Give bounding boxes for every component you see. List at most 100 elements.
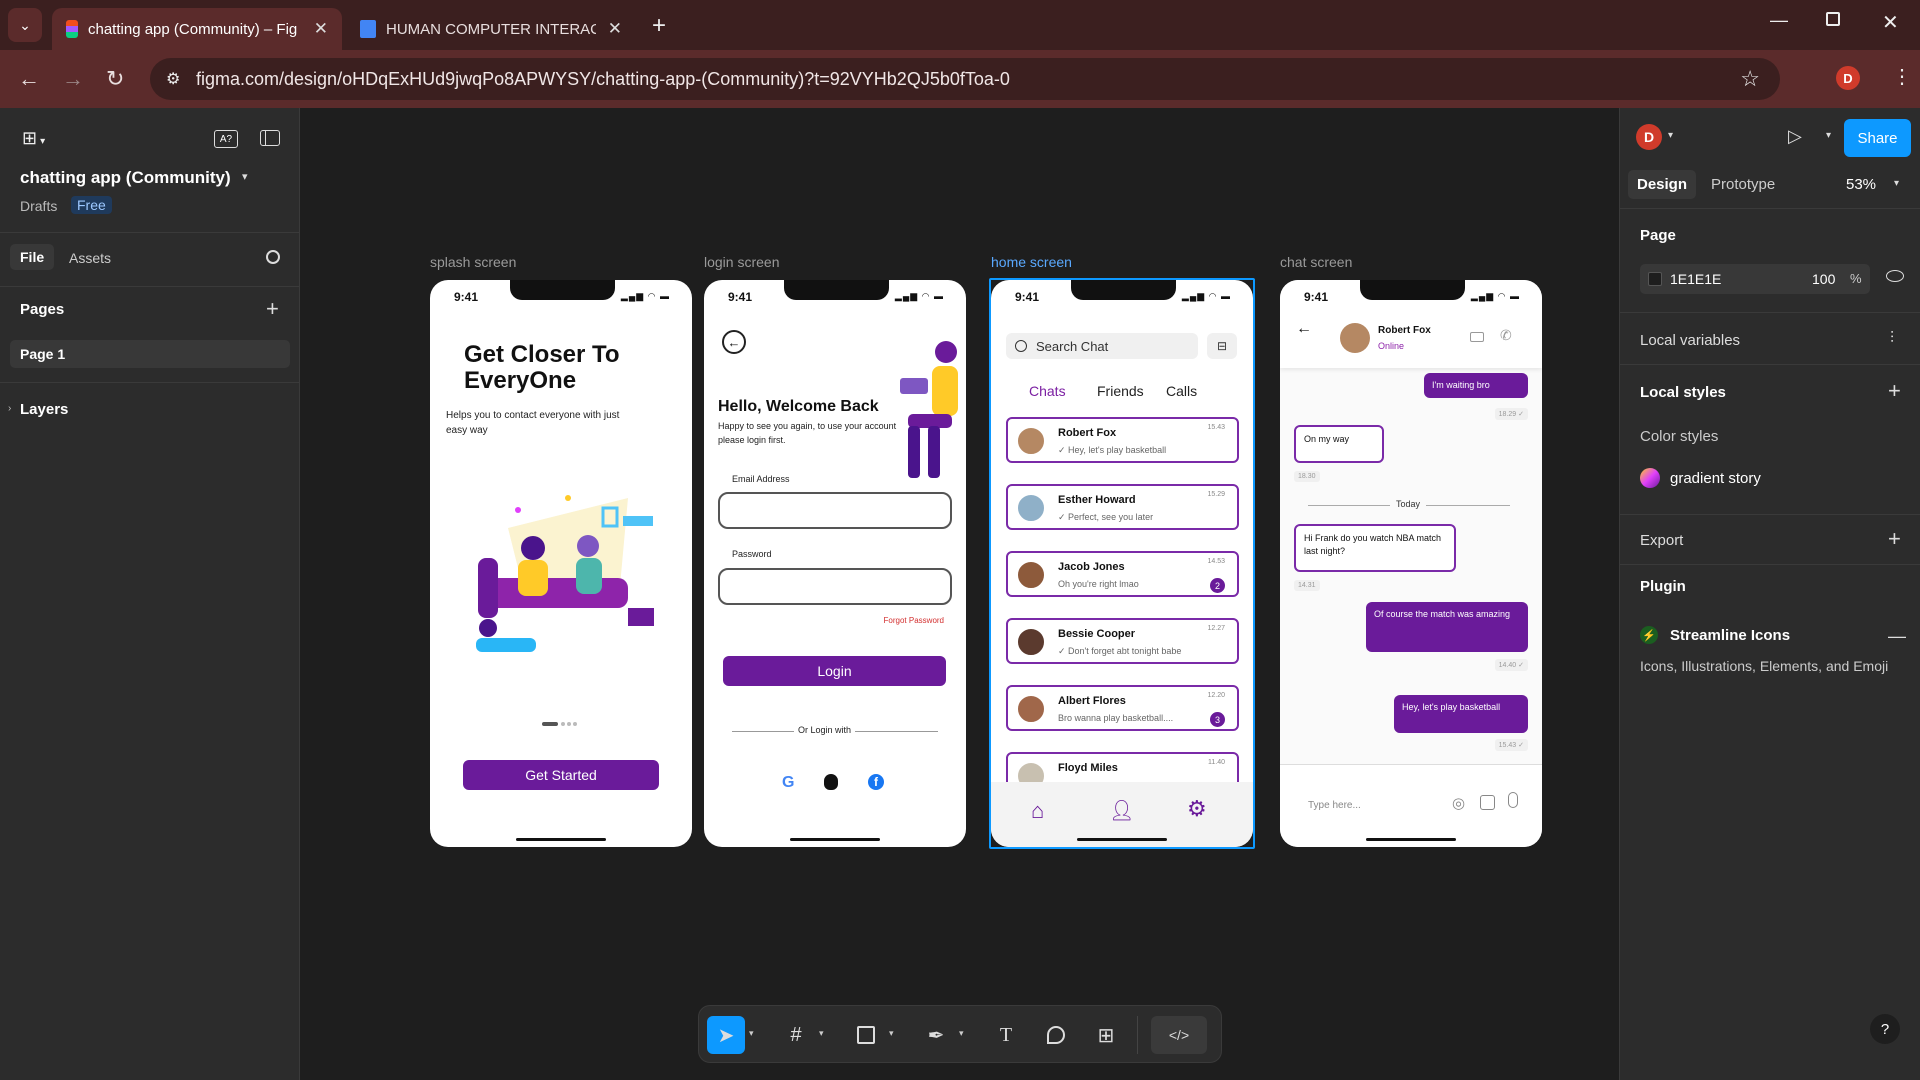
login-screen-frame[interactable]: 9:41 ▂▄▆ ◠ ▬ ← Hello, Welcome Back Happy… bbox=[704, 280, 966, 847]
forward-arrow-icon[interactable]: → bbox=[62, 66, 84, 92]
chevron-down-icon[interactable]: ▾ bbox=[819, 1028, 824, 1039]
settings-gear-icon[interactable]: ⚙ bbox=[1187, 796, 1207, 822]
back-circle-icon[interactable]: ← bbox=[722, 330, 746, 354]
phone-call-icon[interactable]: ✆ bbox=[1500, 327, 1512, 344]
video-call-icon[interactable] bbox=[1470, 332, 1484, 342]
plan-badge[interactable]: Free bbox=[71, 196, 112, 214]
get-started-button[interactable]: Get Started bbox=[463, 760, 659, 790]
close-tab-icon[interactable]: ✕ bbox=[608, 19, 622, 39]
restore-button[interactable] bbox=[1826, 12, 1840, 26]
add-style-icon[interactable]: + bbox=[1888, 378, 1901, 404]
actions-tool[interactable]: ⊞ bbox=[1087, 1016, 1125, 1054]
close-tab-icon[interactable]: ✕ bbox=[314, 19, 328, 39]
chevron-down-icon[interactable]: ▾ bbox=[1668, 130, 1673, 141]
chat-list-item[interactable]: Bessie Cooper ✓ Don't forget abt tonight… bbox=[1006, 618, 1239, 664]
tab-friends[interactable]: Friends bbox=[1097, 383, 1144, 399]
local-variables[interactable]: Local variables bbox=[1640, 332, 1740, 349]
chevron-down-icon[interactable]: ▾ bbox=[889, 1028, 894, 1039]
dev-mode-toggle[interactable]: </> bbox=[1151, 1016, 1207, 1054]
chevron-right-icon[interactable]: › bbox=[8, 403, 11, 414]
help-button[interactable]: ? bbox=[1870, 1014, 1900, 1044]
frame-label-login[interactable]: login screen bbox=[704, 254, 780, 270]
search-chat-field[interactable]: Search Chat bbox=[1006, 333, 1198, 359]
chat-list-item[interactable]: Albert Flores Bro wanna play basketball.… bbox=[1006, 685, 1239, 731]
pen-tool[interactable]: ✒ bbox=[917, 1016, 955, 1054]
tab-chats[interactable]: Chats bbox=[1029, 383, 1066, 399]
profile-avatar[interactable]: D bbox=[1836, 66, 1860, 90]
color-swatch[interactable] bbox=[1648, 272, 1662, 286]
home-screen-frame[interactable]: 9:41 ▂▄▆ ◠ ▬ Search Chat ⊟ Chats Friends… bbox=[991, 280, 1253, 847]
file-name[interactable]: chatting app (Community) bbox=[20, 168, 231, 188]
back-arrow-icon[interactable]: ← bbox=[1296, 320, 1312, 338]
new-tab-button[interactable]: + bbox=[652, 12, 666, 40]
frame-label-splash[interactable]: splash screen bbox=[430, 254, 516, 270]
bookmark-star-icon[interactable]: ☆ bbox=[1740, 66, 1760, 92]
frame-tool[interactable]: # bbox=[777, 1016, 815, 1054]
toggle-sidebar-icon[interactable] bbox=[260, 130, 280, 146]
present-play-icon[interactable]: ▷ bbox=[1788, 126, 1802, 147]
move-tool[interactable]: ➤ bbox=[707, 1016, 745, 1054]
tab-file[interactable]: File bbox=[10, 244, 55, 270]
collapse-plugin-icon[interactable]: — bbox=[1888, 626, 1906, 647]
chat-list-item[interactable]: Jacob Jones Oh you're right lmao 14.53 2 bbox=[1006, 551, 1239, 597]
scan-icon[interactable]: ⊟ bbox=[1207, 333, 1237, 359]
back-arrow-icon[interactable]: ← bbox=[18, 66, 40, 92]
apple-icon[interactable] bbox=[824, 774, 838, 790]
file-location[interactable]: Drafts bbox=[20, 198, 57, 214]
facebook-icon[interactable]: f bbox=[868, 774, 884, 790]
site-info-icon[interactable]: ⚙ bbox=[166, 69, 180, 89]
chevron-down-icon[interactable]: ▾ bbox=[749, 1028, 754, 1039]
page-color-field[interactable]: 1E1E1E 100 % bbox=[1640, 264, 1870, 294]
ai-icon[interactable]: A? bbox=[214, 130, 238, 148]
chevron-down-icon[interactable]: ▾ bbox=[1826, 130, 1831, 141]
add-export-icon[interactable]: + bbox=[1888, 526, 1901, 552]
message-input[interactable]: Type here... bbox=[1308, 800, 1361, 811]
shape-tool[interactable] bbox=[847, 1016, 885, 1054]
chat-screen-frame[interactable]: 9:41 ▂▄▆ ◠ ▬ ← Robert Fox Online ✆ I'm w… bbox=[1280, 280, 1542, 847]
search-icon[interactable] bbox=[266, 250, 280, 264]
chat-list-item[interactable]: Robert Fox ✓ Hey, let's play basketball … bbox=[1006, 417, 1239, 463]
chat-list-item[interactable]: Esther Howard ✓ Perfect, see you later 1… bbox=[1006, 484, 1239, 530]
chevron-down-icon[interactable]: ▾ bbox=[242, 170, 248, 183]
google-icon[interactable]: G bbox=[782, 774, 794, 792]
tab-search-button[interactable]: ⌄ bbox=[8, 8, 42, 42]
login-button[interactable]: Login bbox=[723, 656, 946, 686]
home-icon[interactable]: ⌂ bbox=[1031, 798, 1044, 824]
comment-tool[interactable] bbox=[1037, 1016, 1075, 1054]
url-field[interactable]: ⚙ figma.com/design/oHDqExHUd9jwqPo8APWYS… bbox=[150, 58, 1780, 100]
share-button[interactable]: Share bbox=[1844, 119, 1911, 157]
minimize-button[interactable]: — bbox=[1770, 10, 1788, 31]
microphone-icon[interactable] bbox=[1508, 792, 1518, 808]
figma-main-menu-button[interactable]: ⊞ ▾ bbox=[22, 128, 45, 149]
tab-design[interactable]: Design bbox=[1628, 170, 1697, 199]
email-field[interactable] bbox=[718, 492, 952, 529]
page-item[interactable]: Page 1 bbox=[10, 340, 290, 368]
gradient-swatch[interactable] bbox=[1640, 468, 1660, 488]
forgot-password-link[interactable]: Forgot Password bbox=[884, 616, 944, 625]
frame-label-home[interactable]: home screen bbox=[991, 254, 1072, 270]
layers-heading[interactable]: Layers bbox=[20, 401, 68, 418]
variables-sliders-icon[interactable]: ⫶ bbox=[1890, 330, 1894, 348]
gradient-style-name[interactable]: gradient story bbox=[1670, 470, 1761, 487]
password-field[interactable] bbox=[718, 568, 952, 605]
zoom-level[interactable]: 53% bbox=[1846, 176, 1876, 193]
user-avatar[interactable]: D bbox=[1636, 124, 1662, 150]
add-page-icon[interactable]: + bbox=[266, 296, 279, 322]
chevron-down-icon[interactable]: ▾ bbox=[1894, 178, 1899, 189]
tab-calls[interactable]: Calls bbox=[1166, 383, 1197, 399]
camera-icon[interactable]: ◎ bbox=[1452, 794, 1465, 812]
add-friend-icon[interactable]: 👤︎ bbox=[1109, 798, 1134, 823]
tab-docs[interactable]: HUMAN COMPUTER INTERACT ✕ bbox=[346, 8, 636, 50]
browser-menu-icon[interactable]: ⋮ bbox=[1892, 64, 1912, 89]
close-window-button[interactable]: ✕ bbox=[1882, 10, 1899, 35]
tab-assets[interactable]: Assets bbox=[69, 250, 111, 266]
text-tool[interactable]: T bbox=[987, 1016, 1025, 1054]
eye-visibility-icon[interactable] bbox=[1886, 270, 1904, 282]
tab-figma[interactable]: chatting app (Community) – Fig ✕ bbox=[52, 8, 342, 50]
chevron-down-icon[interactable]: ▾ bbox=[959, 1028, 964, 1039]
frame-label-chat[interactable]: chat screen bbox=[1280, 254, 1352, 270]
splash-screen-frame[interactable]: 9:41 ▂▄▆ ◠ ▬ Get Closer To EveryOne Help… bbox=[430, 280, 692, 847]
reload-icon[interactable]: ↻ bbox=[106, 66, 124, 92]
plugin-name[interactable]: Streamline Icons bbox=[1670, 627, 1790, 644]
tab-prototype[interactable]: Prototype bbox=[1711, 176, 1775, 193]
